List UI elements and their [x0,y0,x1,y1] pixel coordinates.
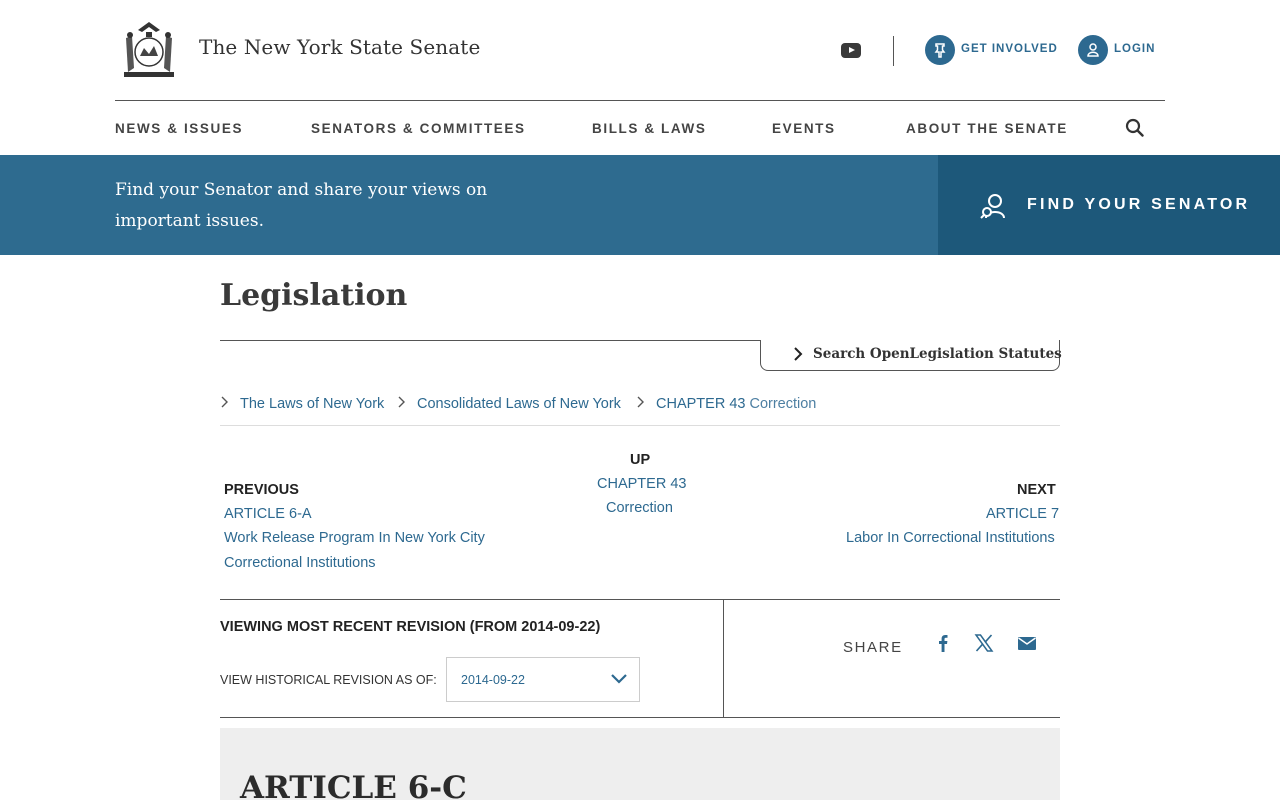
breadcrumb-consolidated-laws[interactable]: Consolidated Laws of New York [417,396,621,412]
chevron-right-icon [398,396,405,408]
user-icon[interactable] [1078,35,1108,65]
x-icon[interactable] [974,633,994,653]
up-title-link[interactable]: Correction [606,500,673,516]
nav-about-senate[interactable]: ABOUT THE SENATE [906,121,1068,136]
revision-selected-value: 2014-09-22 [461,673,525,687]
up-label: UP [630,452,651,468]
breadcrumb-chapter-43[interactable]: CHAPTER 43 Correction [656,396,816,412]
breadcrumb-laws-of-new-york[interactable]: The Laws of New York [240,396,384,412]
revision-label: VIEW HISTORICAL REVISION AS OF: [220,673,437,687]
nav-news-issues[interactable]: NEWS & ISSUES [115,121,243,136]
revision-title: VIEWING MOST RECENT REVISION (FROM 2014-… [220,619,601,635]
previous-title-link[interactable]: Work Release Program In New York City [224,530,485,546]
find-your-senator-label: FIND YOUR SENATOR [1027,196,1251,213]
page-title: Legislation [220,278,408,313]
chevron-right-icon [637,396,644,408]
previous-title-link-line2[interactable]: Correctional Institutions [224,555,376,571]
chevron-right-icon [794,347,803,361]
next-title-link[interactable]: Labor In Correctional Institutions [846,530,1055,546]
get-involved-link[interactable]: GET INVOLVED [961,43,1058,55]
revision-select[interactable]: 2014-09-22 [446,657,640,702]
share-label: SHARE [843,639,903,656]
article-content: ARTICLE 6-C [220,728,1060,800]
article-title: ARTICLE 6-C [240,770,467,800]
find-senator-icon [980,194,1005,219]
chevron-right-icon [221,396,228,408]
site-title[interactable]: The New York State Senate [199,35,480,59]
chevron-down-icon [611,674,627,684]
nys-seal-icon[interactable] [118,18,180,80]
up-chapter-link[interactable]: CHAPTER 43 [597,476,686,492]
banner-text: Find your Senator and share your views o… [115,180,488,231]
header-divider [893,36,894,66]
youtube-icon[interactable] [841,43,861,58]
facebook-icon[interactable] [933,633,953,653]
site-header: The New York State Senate GET INVOLVED L… [0,0,1280,100]
main-nav: NEWS & ISSUES SENATORS & COMMITTEES BILL… [0,101,1280,155]
previous-label: PREVIOUS [224,482,299,498]
breadcrumb-rule [220,425,1060,426]
revision-divider [723,600,724,718]
find-senator-banner: Find your Senator and share your views o… [0,155,938,255]
previous-article-link[interactable]: ARTICLE 6-A [224,506,312,522]
next-label: NEXT [1017,482,1056,498]
mail-icon[interactable] [1017,633,1037,653]
search-openlegislation-statutes-button[interactable]: Search OpenLegislation Statutes [760,340,1062,371]
nav-events[interactable]: EVENTS [772,121,836,136]
login-link[interactable]: LOGIN [1114,43,1155,55]
find-your-senator-button[interactable]: FIND YOUR SENATOR [938,155,1280,255]
search-icon[interactable] [1125,118,1145,138]
nav-senators-committees[interactable]: SENATORS & COMMITTEES [311,121,526,136]
search-statutes-label: Search OpenLegislation Statutes [813,346,1062,362]
next-article-link[interactable]: ARTICLE 7 [986,506,1059,522]
revision-panel: VIEWING MOST RECENT REVISION (FROM 2014-… [220,599,1060,718]
breadcrumb-chapter-name: Correction [749,396,817,412]
nav-bills-laws[interactable]: BILLS & LAWS [592,121,706,136]
breadcrumb-chapter-number: CHAPTER 43 [656,396,746,412]
pin-icon[interactable] [925,35,955,65]
